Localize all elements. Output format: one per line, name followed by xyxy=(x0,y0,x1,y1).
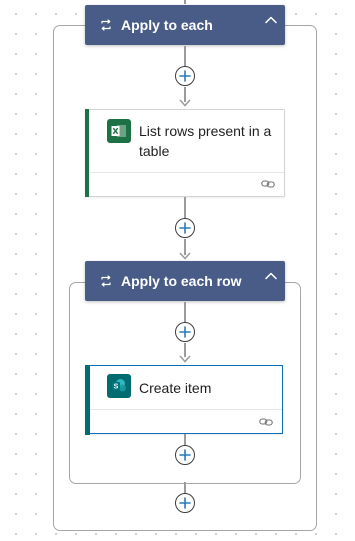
action-stripe xyxy=(85,109,89,197)
connector-line xyxy=(184,434,186,445)
inner-scope-header[interactable]: Apply to each row xyxy=(85,261,285,301)
add-step-button[interactable] xyxy=(175,445,195,465)
connector-line xyxy=(184,482,186,493)
add-step-button[interactable] xyxy=(175,66,195,86)
add-step-button[interactable] xyxy=(175,322,195,342)
connector-line xyxy=(184,302,186,322)
create-item-action-card[interactable]: S Create item xyxy=(84,364,283,435)
connector-line xyxy=(184,197,186,218)
list-rows-action-card[interactable]: List rows present in a table xyxy=(85,109,285,197)
link-icon[interactable] xyxy=(259,417,273,427)
action-title-line2: table xyxy=(139,143,170,159)
svg-text:S: S xyxy=(114,384,119,391)
arrow-down-icon xyxy=(179,252,191,260)
excel-icon xyxy=(107,119,131,143)
action-title: Create item xyxy=(139,380,212,396)
add-step-button[interactable] xyxy=(175,493,195,513)
outer-scope-header[interactable]: Apply to each xyxy=(85,5,285,45)
card-divider xyxy=(90,172,284,173)
connector-line xyxy=(184,0,186,4)
loop-icon xyxy=(99,18,113,32)
inner-scope-title: Apply to each row xyxy=(121,273,242,289)
arrow-down-icon xyxy=(179,355,191,363)
card-divider xyxy=(90,409,282,410)
add-step-button[interactable] xyxy=(175,218,195,238)
loop-icon xyxy=(99,274,113,288)
outer-scope-title: Apply to each xyxy=(121,17,213,33)
link-icon[interactable] xyxy=(261,179,275,189)
chevron-up-icon[interactable] xyxy=(264,269,278,283)
chevron-up-icon[interactable] xyxy=(264,13,278,27)
arrow-down-icon xyxy=(179,99,191,107)
sharepoint-icon: S xyxy=(107,374,131,398)
action-title: List rows present in a table xyxy=(139,121,279,161)
connector-line xyxy=(184,46,186,66)
action-title-line1: List rows present in a xyxy=(139,123,272,139)
action-stripe xyxy=(84,364,90,435)
